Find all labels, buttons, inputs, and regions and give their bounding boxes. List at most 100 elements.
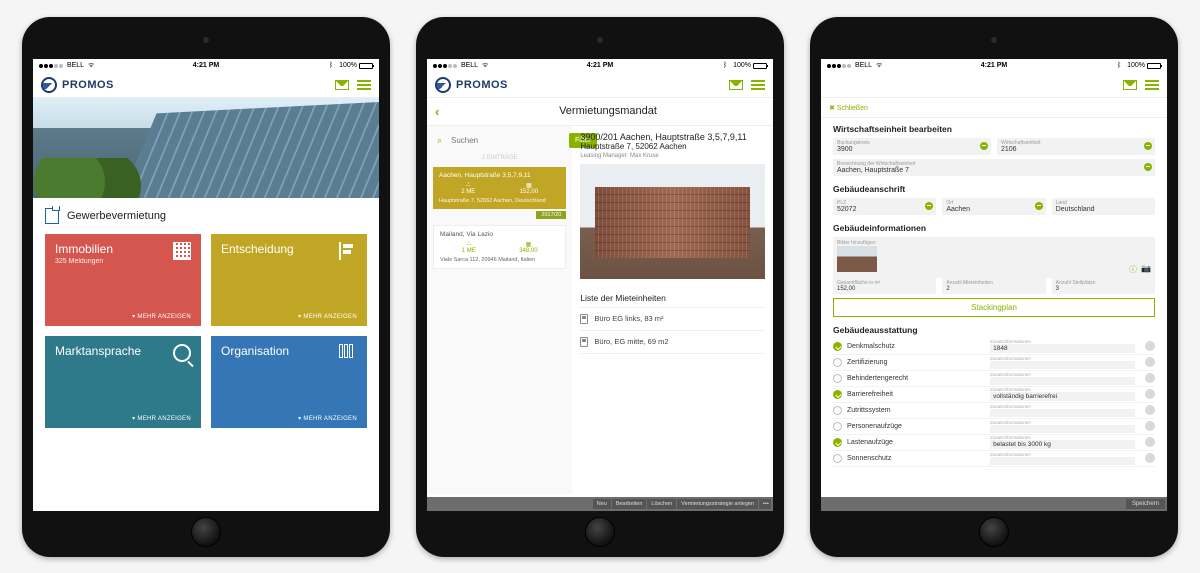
- ext-value[interactable]: belastet bis 3000 kg: [990, 440, 1135, 449]
- field-units[interactable]: Anzahl Mieteinheiten2: [942, 278, 1045, 294]
- field-parking[interactable]: Anzahl Stellplätze3: [1052, 278, 1155, 294]
- row-action-icon[interactable]: [1145, 437, 1155, 447]
- field-value: 52072: [837, 206, 932, 213]
- image-upload[interactable]: Bilder hinzufügen ⓘ📷: [833, 237, 1155, 278]
- tile-more[interactable]: MEHR ANZEIGEN: [298, 415, 357, 422]
- equipment-row[interactable]: DenkmalschutzZusatzinformationen1848: [833, 339, 1155, 355]
- stackingplan-button[interactable]: Stackingplan: [833, 298, 1155, 317]
- field-we[interactable]: Wirtschaftseinheit2106: [997, 138, 1155, 155]
- ext-value[interactable]: [990, 457, 1135, 465]
- field-land[interactable]: LandDeutschland: [1052, 198, 1155, 215]
- checkbox-icon[interactable]: [833, 422, 842, 431]
- home-button[interactable]: [191, 517, 221, 547]
- field-buchungskreis[interactable]: Buchungskreis3900: [833, 138, 991, 155]
- equipment-row[interactable]: BehindertengerechtZusatzinformationen: [833, 371, 1155, 387]
- menu-icon[interactable]: [357, 80, 371, 90]
- equipment-label: Zutrittssystem: [847, 407, 891, 414]
- back-button[interactable]: ‹: [435, 104, 451, 119]
- object-photo: [580, 164, 765, 279]
- action-new[interactable]: Neu: [593, 499, 611, 509]
- form-section-anschrift: Gebäudeanschrift PLZ52072 OrtAachen Land…: [833, 184, 1155, 215]
- checkbox-icon[interactable]: [833, 454, 842, 463]
- form-section-info: Gebäudeinformationen Bilder hinzufügen ⓘ…: [833, 223, 1155, 317]
- field-value: 152,00: [837, 286, 932, 292]
- field-plz[interactable]: PLZ52072: [833, 198, 936, 215]
- tile-immobilien[interactable]: Immobilien 325 Meldungen MEHR ANZEIGEN: [45, 234, 201, 326]
- menu-icon[interactable]: [751, 80, 765, 90]
- object-title: 3900/201 Aachen, Hauptstraße 3,5,7,9,11: [580, 132, 765, 142]
- row-action-icon[interactable]: [1145, 421, 1155, 431]
- checkbox-icon[interactable]: [833, 374, 842, 383]
- field-ort[interactable]: OrtAachen: [942, 198, 1045, 215]
- checkbox-icon[interactable]: [833, 342, 842, 351]
- card-full-address: Hauptstraße 7, 52062 Aachen, Deutschland: [439, 198, 560, 204]
- section-heading: Gebäudeanschrift: [833, 184, 1155, 194]
- unit-row[interactable]: Büro EG links, 83 m²: [580, 308, 765, 331]
- unit-label: Büro, EG mitte, 69 m2: [594, 337, 668, 346]
- people-icon: ⛬: [462, 241, 476, 248]
- action-delete[interactable]: Löschen: [647, 499, 676, 509]
- info-icon[interactable]: ⓘ: [1129, 264, 1137, 275]
- equipment-row[interactable]: ZutrittssystemZusatzinformationen: [833, 403, 1155, 419]
- ext-value[interactable]: [990, 377, 1135, 385]
- check-icon: [1035, 202, 1043, 210]
- camera-icon[interactable]: 📷: [1141, 264, 1151, 275]
- mail-icon[interactable]: [729, 80, 743, 90]
- form-section-we: Wirtschaftseinheit bearbeiten Buchungskr…: [833, 124, 1155, 176]
- home-button[interactable]: [585, 517, 615, 547]
- tile-entscheidung[interactable]: Entscheidung MEHR ANZEIGEN: [211, 234, 367, 326]
- signpost-icon: [339, 242, 357, 260]
- checkbox-icon[interactable]: [833, 358, 842, 367]
- menu-icon[interactable]: [1145, 80, 1159, 90]
- section-title: Gewerbevermietung: [33, 198, 379, 234]
- checkbox-icon[interactable]: [833, 406, 842, 415]
- unit-row[interactable]: Büro, EG mitte, 69 m2: [580, 331, 765, 354]
- home-button[interactable]: [979, 517, 1009, 547]
- tile-more[interactable]: MEHR ANZEIGEN: [298, 313, 357, 320]
- equipment-row[interactable]: SonnenschutzZusatzinformationen: [833, 451, 1155, 467]
- equipment-label: Lastenaufzüge: [847, 439, 893, 446]
- row-action-icon[interactable]: [1145, 389, 1155, 399]
- row-action-icon[interactable]: [1145, 341, 1155, 351]
- people-icon: ⛬: [461, 182, 475, 189]
- ext-value[interactable]: 1848: [990, 344, 1135, 353]
- ext-value[interactable]: [990, 409, 1135, 417]
- close-button[interactable]: Schließen: [829, 105, 868, 112]
- ext-value[interactable]: [990, 361, 1135, 369]
- hero-image: [33, 98, 379, 198]
- brand[interactable]: PROMOS: [435, 77, 508, 93]
- field-bezeichnung[interactable]: Bezeichnung der WirtschaftseinheitAachen…: [833, 159, 1155, 176]
- checkbox-icon[interactable]: [833, 390, 842, 399]
- brand[interactable]: PROMOS: [41, 77, 114, 93]
- equipment-row[interactable]: PersonenaufzügeZusatzinformationen: [833, 419, 1155, 435]
- equipment-row[interactable]: LastenaufzügeZusatzinformationenbelastet…: [833, 435, 1155, 451]
- equipment-row[interactable]: BarrierefreiheitZusatzinformationenvolls…: [833, 387, 1155, 403]
- mail-icon[interactable]: [1123, 80, 1137, 90]
- tile-more[interactable]: MEHR ANZEIGEN: [132, 415, 191, 422]
- save-button[interactable]: Speichern: [1126, 499, 1165, 509]
- action-edit[interactable]: Bearbeiten: [612, 499, 647, 509]
- field-value: Aachen, Hauptstraße 7: [837, 167, 1151, 174]
- row-action-icon[interactable]: [1145, 405, 1155, 415]
- mail-icon[interactable]: [335, 80, 349, 90]
- action-strategy[interactable]: Vermietungsstrategie anlegen: [677, 499, 758, 509]
- action-bar: Speichern: [821, 497, 1167, 511]
- action-more[interactable]: •••: [759, 499, 771, 509]
- row-action-icon[interactable]: [1145, 453, 1155, 463]
- status-carrier: BELL: [461, 62, 478, 69]
- ext-value[interactable]: [990, 425, 1135, 433]
- tile-more[interactable]: MEHR ANZEIGEN: [132, 313, 191, 320]
- tile-organisation[interactable]: Organisation MEHR ANZEIGEN: [211, 336, 367, 428]
- result-card[interactable]: Mailand, Via Lazio ⛬1 ME▦348,00 Viale Sa…: [433, 225, 566, 269]
- result-card-selected[interactable]: Aachen, Hauptstraße 3,5,7,9,11 ⛬2 ME▦152…: [433, 167, 566, 209]
- tile-marktansprache[interactable]: Marktansprache MEHR ANZEIGEN: [45, 336, 201, 428]
- search-input[interactable]: [433, 132, 565, 149]
- field-area[interactable]: Gesamtfläche in m²152,00: [833, 278, 936, 294]
- ext-value[interactable]: vollständig barrierefrei: [990, 392, 1135, 401]
- row-action-icon[interactable]: [1145, 357, 1155, 367]
- row-action-icon[interactable]: [1145, 373, 1155, 383]
- equipment-row[interactable]: ZertifizierungZusatzinformationen: [833, 355, 1155, 371]
- checkbox-icon[interactable]: [833, 438, 842, 447]
- field-value: Deutschland: [1056, 206, 1151, 213]
- brand-logo-icon: [41, 77, 57, 93]
